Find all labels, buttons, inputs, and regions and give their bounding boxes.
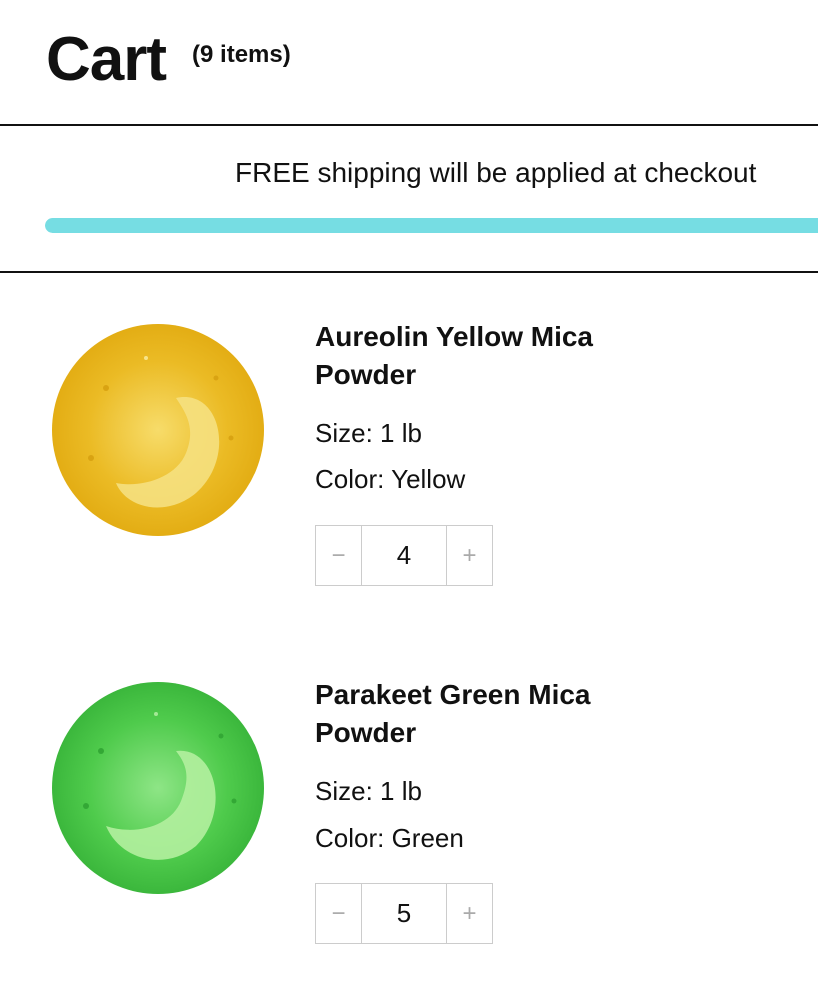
- product-color: Color: Yellow: [315, 464, 466, 494]
- shipping-progress-fill: [45, 218, 818, 233]
- divider-top: [0, 124, 818, 126]
- divider-bottom: [0, 271, 818, 273]
- cart-page: Cart (9 items) FREE shipping will be app…: [0, 0, 818, 991]
- product-size: Size: 1 lb: [315, 418, 422, 448]
- product-name[interactable]: Parakeet Green Mica Powder: [315, 676, 645, 752]
- page-title: Cart: [46, 25, 167, 94]
- product-color: Color: Green: [315, 823, 464, 853]
- shipping-progress-bar: [45, 218, 818, 233]
- product-size: Size: 1 lb: [315, 776, 422, 806]
- quantity-stepper: − 4 +: [315, 525, 493, 586]
- item-count: (9 items): [192, 41, 291, 68]
- green-powder-swatch: [52, 682, 264, 894]
- increment-button[interactable]: +: [447, 526, 492, 585]
- product-name[interactable]: Aureolin Yellow Mica Powder: [315, 318, 645, 394]
- cart-header: Cart (9 items): [46, 22, 291, 98]
- quantity-input[interactable]: 4: [361, 526, 447, 585]
- quantity-input[interactable]: 5: [361, 884, 447, 943]
- yellow-powder-swatch: [52, 324, 264, 536]
- decrement-button[interactable]: −: [316, 884, 361, 943]
- shipping-message: FREE shipping will be applied at checkou…: [235, 157, 757, 188]
- product-image[interactable]: [46, 318, 271, 543]
- decrement-button[interactable]: −: [316, 526, 361, 585]
- product-image[interactable]: [46, 676, 271, 901]
- increment-button[interactable]: +: [447, 884, 492, 943]
- quantity-stepper: − 5 +: [315, 883, 493, 944]
